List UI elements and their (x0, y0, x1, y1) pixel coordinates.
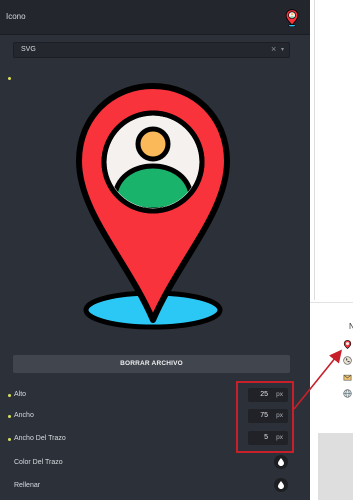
required-dot (8, 438, 11, 441)
required-dot (8, 77, 11, 80)
ancho-label: Ancho (14, 412, 34, 419)
panel-title: Icono (6, 12, 26, 21)
file-type-select[interactable]: SVG × ▾ (13, 42, 290, 58)
required-dot (8, 415, 11, 418)
stroke-width-label: Ancho Del Trazo (14, 435, 66, 442)
gray-block (318, 433, 353, 500)
map-pin-user-icon (76, 83, 230, 330)
page-background (310, 0, 353, 500)
divider (314, 0, 315, 300)
phone-icon[interactable] (343, 356, 352, 365)
right-letter: N (349, 322, 353, 331)
map-pin-icon[interactable] (343, 340, 352, 349)
stroke-color-label: Color Del Trazo (14, 459, 63, 466)
clear-icon[interactable]: × (271, 44, 276, 54)
globe-icon[interactable] (343, 389, 352, 398)
required-dot (8, 394, 11, 397)
fill-color-button[interactable] (274, 478, 288, 492)
map-pin-icon[interactable] (285, 9, 299, 27)
fill-label: Rellenar (14, 482, 41, 489)
droplet-icon (278, 458, 284, 466)
divider (310, 302, 353, 303)
chevron-down-icon[interactable]: ▾ (281, 46, 284, 53)
stroke-color-button[interactable] (274, 455, 288, 469)
annotation-highlight-box (236, 381, 294, 453)
delete-file-button[interactable]: BORRAR ARCHIVO (13, 355, 290, 373)
panel-header: Icono (0, 0, 310, 35)
mail-icon[interactable] (343, 373, 352, 382)
alto-label: Alto (14, 391, 27, 398)
droplet-icon (278, 481, 284, 489)
select-value: SVG (21, 46, 36, 53)
